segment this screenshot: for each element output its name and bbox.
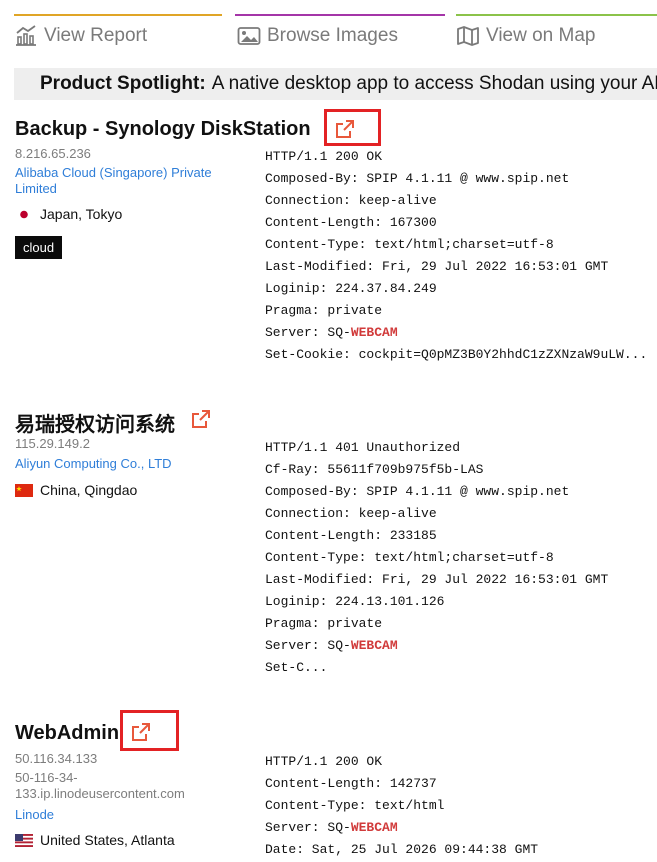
result-location: Japan, Tokyo [15, 206, 122, 222]
location-label: China, Qingdao [40, 482, 138, 498]
chart-icon [16, 25, 36, 46]
result-org-link[interactable]: Alibaba Cloud (Singapore) Private Limite… [15, 165, 245, 197]
result-ip[interactable]: 50.116.34.133 [15, 751, 97, 766]
usa-flag-icon [15, 833, 33, 847]
location-label: United States, Atlanta [40, 832, 175, 848]
banner-line: Composed-By: SPIP 4.1.11 @ www.spip.net [265, 171, 570, 186]
banner-line: Cf-Ray: 55611f709b975f5b-LAS [265, 462, 484, 477]
spotlight-text: A native desktop app to access Shodan us… [211, 73, 657, 94]
location-label: Japan, Tokyo [40, 206, 123, 222]
banner-line: Loginip: 224.13.101.126 [265, 594, 445, 609]
banner-line: Content-Length: 233185 [265, 528, 437, 543]
banner-line: Pragma: private [265, 616, 383, 631]
tab-label: View on Map [486, 25, 596, 46]
banner-line: Composed-By: SPIP 4.1.11 @ www.spip.net [265, 484, 570, 499]
banner-line: Server: SQ-WEBCAM [265, 325, 398, 340]
tab-browse-images[interactable]: Browse Images [235, 14, 445, 56]
tab-label: Browse Images [267, 25, 398, 46]
banner-line: Loginip: 224.37.84.249 [265, 281, 437, 296]
result-title[interactable]: WebAdmin [15, 722, 119, 745]
banner-line: Content-Type: text/html;charset=utf-8 [265, 237, 554, 252]
banner-line: Last-Modified: Fri, 29 Jul 2022 16:53:01… [265, 259, 609, 274]
result-ip[interactable]: 115.29.149.2 [15, 436, 90, 451]
result-org-link[interactable]: Aliyun Computing Co., LTD [15, 456, 245, 472]
product-spotlight-banner[interactable]: Product Spotlight: A native desktop app … [14, 68, 657, 100]
banner-line: Content-Length: 167300 [265, 215, 437, 230]
tab-view-report[interactable]: View Report [14, 14, 222, 56]
banner-line: Connection: keep-alive [265, 193, 437, 208]
result-title[interactable]: 易瑞授权访问系统 [15, 408, 175, 437]
result-title[interactable]: Backup - Synology DiskStation [15, 118, 311, 141]
banner-line: Content-Type: text/html;charset=utf-8 [265, 550, 554, 565]
search-result: WebAdmin 50.116.34.133 50-116-34-133.ip.… [15, 706, 657, 862]
spotlight-heading: Product Spotlight: [40, 73, 206, 94]
banner-line: Connection: keep-alive [265, 506, 437, 521]
map-icon [457, 26, 479, 46]
china-flag-icon [15, 483, 33, 497]
result-ip[interactable]: 8.216.65.236 [15, 146, 91, 161]
tab-view-on-map[interactable]: View on Map [456, 14, 657, 56]
banner-keyword: WEBCAM [350, 820, 398, 835]
external-link-icon[interactable] [131, 722, 151, 742]
banner-line: Last-Modified: Fri, 29 Jul 2022 16:53:01… [265, 572, 609, 587]
result-location: United States, Atlanta [15, 832, 175, 848]
external-link-icon[interactable] [191, 409, 211, 429]
result-org-link[interactable]: Linode [15, 807, 245, 823]
result-banner: HTTP/1.1 401 Unauthorized Cf-Ray: 55611f… [265, 437, 608, 679]
banner-line: HTTP/1.1 200 OK [265, 149, 383, 164]
search-result: Backup - Synology DiskStation 8.216.65.2… [15, 109, 657, 372]
banner-line: HTTP/1.1 401 Unauthorized [265, 440, 461, 455]
banner-line: HTTP/1.1 200 OK [265, 754, 383, 769]
external-link-icon[interactable] [335, 119, 355, 139]
result-hostname: 50-116-34-133.ip.linodeusercontent.com [15, 770, 185, 801]
banner-line: Pragma: private [265, 303, 383, 318]
banner-line: Date: Sat, 25 Jul 2026 09:44:38 GMT [265, 842, 539, 857]
banner-line: Set-C... [265, 660, 328, 675]
tag-cloud[interactable]: cloud [15, 236, 63, 259]
banner-keyword: WEBCAM [350, 638, 398, 653]
tab-label: View Report [44, 25, 148, 46]
result-banner: HTTP/1.1 200 OK Content-Length: 142737 C… [265, 751, 538, 861]
result-location: China, Qingdao [15, 482, 137, 498]
view-tabs: View Report Browse Images View on Map [14, 14, 657, 54]
banner-line: Content-Type: text/html [265, 798, 445, 813]
banner-line: Server: SQ-WEBCAM [265, 638, 398, 653]
banner-keyword: WEBCAM [350, 325, 398, 340]
banner-line: Set-Cookie: cockpit=Q0pMZ3B0Y2hhdC1zZXNz… [265, 347, 648, 362]
japan-flag-icon [15, 207, 33, 221]
search-result: 易瑞授权访问系统 115.29.149.2 Aliyun Computing C… [15, 396, 657, 696]
banner-line: Server: SQ-WEBCAM [265, 820, 398, 835]
banner-line: Content-Length: 142737 [265, 776, 437, 791]
image-icon [237, 27, 261, 45]
result-banner: HTTP/1.1 200 OK Composed-By: SPIP 4.1.11… [265, 146, 647, 366]
